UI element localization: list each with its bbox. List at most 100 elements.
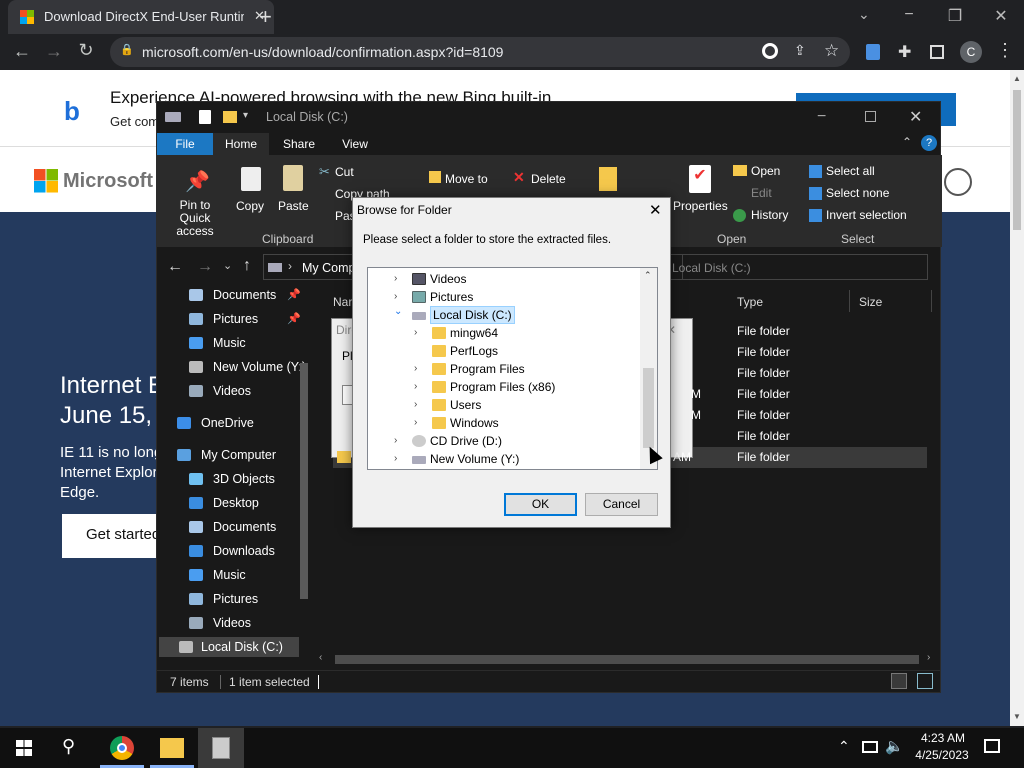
hscroll-right-icon[interactable]: ›: [927, 652, 930, 663]
forward-arrow[interactable]: →: [197, 258, 213, 276]
history-button[interactable]: History: [751, 208, 788, 222]
tree-node[interactable]: › Windows: [368, 414, 640, 432]
microsoft-logo-icon[interactable]: [34, 169, 58, 193]
lock-icon[interactable]: 🔒: [120, 43, 134, 56]
back-arrow[interactable]: ←: [167, 258, 183, 276]
minimize-button[interactable]: −: [894, 6, 924, 24]
cut-button[interactable]: Cut: [335, 165, 354, 179]
explorer-minimize-button[interactable]: −: [817, 108, 826, 126]
tree-node[interactable]: › Videos: [368, 270, 640, 288]
file-row-date[interactable]: M: [691, 387, 701, 401]
file-row-type[interactable]: File folder: [737, 345, 790, 359]
chrome-taskbar-icon[interactable]: [110, 736, 134, 760]
tree-node[interactable]: › CD Drive (D:): [368, 432, 640, 450]
file-row-date[interactable]: AM: [673, 450, 691, 464]
notification-icon[interactable]: [984, 739, 1000, 753]
ribbon-collapse-icon[interactable]: ⌃: [902, 135, 912, 149]
details-view-icon[interactable]: [891, 673, 907, 689]
sidebar-item[interactable]: Local Disk (C:): [159, 637, 299, 657]
tree-scrollbar[interactable]: ⌃: [640, 268, 657, 469]
move-to-button[interactable]: Move to: [445, 172, 488, 186]
sidebar-item[interactable]: OneDrive: [177, 413, 309, 433]
expanded-chevron-icon[interactable]: ⌄: [394, 303, 404, 321]
file-row-date[interactable]: M: [691, 408, 701, 422]
sidebar-item[interactable]: My Computer: [177, 445, 309, 465]
recent-dropdown-icon[interactable]: ⌄: [223, 259, 232, 272]
google-icon[interactable]: [762, 43, 778, 59]
hscroll-left-icon[interactable]: ‹: [319, 652, 322, 663]
microsoft-brand[interactable]: Microsoft: [63, 170, 153, 193]
tab-file[interactable]: File: [157, 133, 213, 155]
hscroll-thumb[interactable]: [335, 655, 919, 664]
help-icon[interactable]: ?: [921, 135, 937, 151]
file-row-type[interactable]: File folder: [737, 366, 790, 380]
explorer-maximize-button[interactable]: [865, 111, 876, 122]
search-icon[interactable]: ⚲: [62, 736, 75, 757]
search-box[interactable]: Local Disk (C:): [663, 254, 928, 280]
sidepanel-icon[interactable]: [930, 45, 944, 59]
column-name-header[interactable]: Nar: [333, 295, 352, 309]
open-button[interactable]: Open: [751, 164, 780, 178]
expand-chevron-icon[interactable]: ›: [394, 270, 404, 288]
tree-node[interactable]: › New Volume (Y:): [368, 450, 640, 468]
column-size-header[interactable]: Size: [859, 295, 882, 309]
file-row-type[interactable]: File folder: [737, 429, 790, 443]
back-button[interactable]: ←: [10, 41, 34, 62]
properties-quick-icon[interactable]: [199, 110, 211, 124]
column-type-header[interactable]: Type: [737, 295, 763, 309]
clock-time[interactable]: 4:23 AM: [912, 731, 974, 745]
reload-button[interactable]: ↻: [74, 40, 98, 61]
up-arrow[interactable]: ↑: [243, 257, 251, 275]
expand-chevron-icon[interactable]: ›: [414, 396, 424, 414]
bookmark-star-icon[interactable]: ☆: [824, 41, 839, 61]
tree-node[interactable]: › Pictures: [368, 288, 640, 306]
expand-chevron-icon[interactable]: ›: [414, 360, 424, 378]
invert-selection-button[interactable]: Invert selection: [826, 208, 907, 222]
restore-button[interactable]: ❐: [940, 6, 970, 26]
address-bar[interactable]: 🔒 microsoft.com/en-us/download/confirmat…: [110, 37, 850, 67]
account-icon[interactable]: [944, 168, 972, 196]
share-icon[interactable]: ⇪: [794, 42, 806, 59]
expand-chevron-icon[interactable]: ›: [394, 432, 404, 450]
tree-scroll-thumb[interactable]: [643, 368, 654, 448]
select-none-button[interactable]: Select none: [826, 186, 889, 200]
file-row-type[interactable]: File folder: [737, 387, 790, 401]
ok-button[interactable]: OK: [504, 493, 577, 516]
extension-icon[interactable]: [866, 44, 880, 60]
new-tab-button[interactable]: +: [259, 4, 272, 30]
file-row-type[interactable]: File folder: [737, 324, 790, 338]
volume-icon[interactable]: 🔈: [885, 737, 904, 755]
quick-access-dropdown-icon[interactable]: ▾: [243, 110, 248, 121]
tree-scroll-up-icon[interactable]: ⌃: [644, 270, 652, 281]
nav-scroll-thumb[interactable]: [300, 363, 308, 599]
chrome-menu-icon[interactable]: ⋮: [996, 40, 1014, 61]
expand-chevron-icon[interactable]: ›: [414, 378, 424, 396]
tree-node[interactable]: › Users: [368, 396, 640, 414]
scroll-up-icon[interactable]: ▲: [1013, 74, 1021, 83]
explorer-close-button[interactable]: ✕: [909, 107, 922, 127]
file-list-hscroll[interactable]: ‹ ›: [317, 652, 939, 666]
folder-quick-icon[interactable]: [223, 111, 237, 123]
copy-button[interactable]: Copy: [236, 199, 264, 213]
profile-avatar[interactable]: C: [960, 41, 982, 63]
tray-chevron-icon[interactable]: ⌃: [838, 738, 850, 755]
edit-button[interactable]: Edit: [751, 186, 772, 200]
tree-node[interactable]: PerfLogs: [368, 342, 640, 360]
file-explorer-taskbar-icon[interactable]: [160, 738, 184, 758]
clock-date[interactable]: 4/25/2023: [910, 748, 974, 762]
expand-chevron-icon[interactable]: ›: [394, 450, 404, 468]
dialog-close-button[interactable]: ✕: [649, 201, 662, 219]
file-row-type[interactable]: File folder: [737, 450, 790, 464]
expand-chevron-icon[interactable]: ›: [414, 414, 424, 432]
scroll-thumb[interactable]: [1013, 90, 1021, 230]
app-taskbar-icon[interactable]: [198, 728, 244, 768]
page-scrollbar-track[interactable]: ▲ ▼: [1010, 70, 1024, 726]
file-row-type[interactable]: File folder: [737, 408, 790, 422]
select-all-button[interactable]: Select all: [826, 164, 875, 178]
properties-button[interactable]: Properties: [673, 199, 728, 213]
new-folder-icon[interactable]: [599, 167, 617, 191]
start-button-icon[interactable]: [16, 740, 32, 756]
expand-chevron-icon[interactable]: ›: [414, 324, 424, 342]
paste-button[interactable]: Paste: [278, 199, 309, 213]
close-button[interactable]: ✕: [986, 6, 1016, 26]
